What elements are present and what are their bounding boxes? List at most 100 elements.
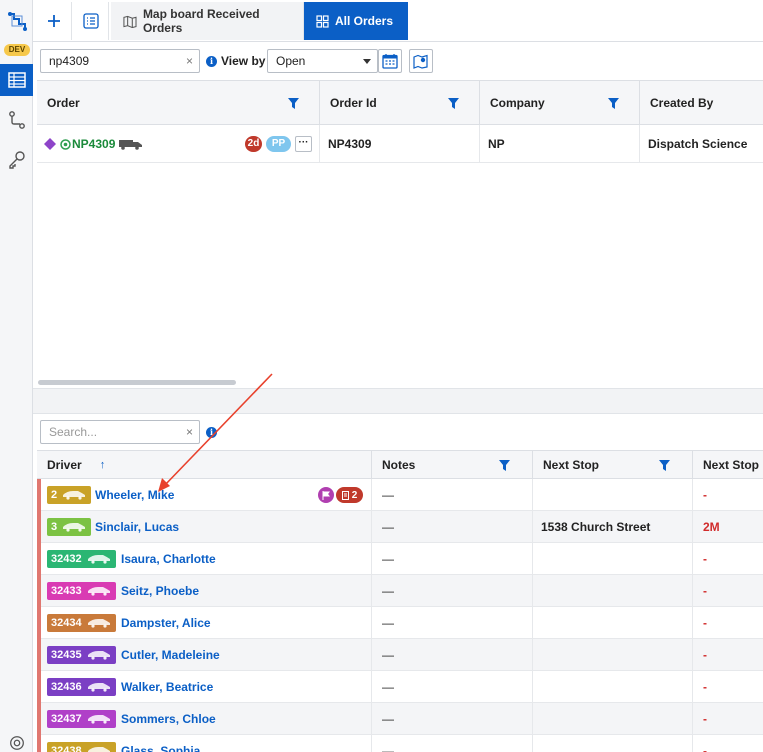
order-link[interactable]: NP4309 xyxy=(72,137,115,151)
driver-cell: 32438 Glass, Sophia xyxy=(37,735,372,752)
driver-number: 32432 xyxy=(51,553,82,565)
driver-name-link[interactable]: Seitz, Phoebe xyxy=(121,575,199,607)
driver-number-tag: 32433 xyxy=(47,582,116,600)
order-id-cell: NP4309 xyxy=(320,125,480,163)
notes-cell: — xyxy=(372,543,533,575)
more-actions-button[interactable]: ··· xyxy=(295,136,312,152)
filter-icon[interactable] xyxy=(288,98,299,109)
drivers-table-header: Driver ↑ Notes Next Stop Next Stop E xyxy=(37,450,763,479)
view-by-value: Open xyxy=(276,54,306,68)
filter-icon[interactable] xyxy=(499,460,510,471)
column-label: Order Id xyxy=(330,96,377,110)
car-icon xyxy=(86,650,112,660)
annotation-arrow-icon xyxy=(158,373,273,492)
clear-search-icon[interactable]: × xyxy=(186,54,193,68)
route-icon[interactable] xyxy=(7,110,27,130)
driver-number: 32437 xyxy=(51,713,82,725)
table-row[interactable]: 32435 Cutler, Madeleine — - xyxy=(37,639,763,671)
table-row[interactable]: 32432 Isaura, Charlotte — - xyxy=(37,543,763,575)
order-search-value: np4309 xyxy=(49,54,90,68)
tab-all-orders[interactable]: All Orders xyxy=(304,2,408,40)
status-circle-icon xyxy=(60,138,71,150)
notes-cell: — xyxy=(372,671,533,703)
notes-cell: — xyxy=(372,607,533,639)
driver-number: 2 xyxy=(51,489,58,501)
support-icon[interactable] xyxy=(7,734,27,752)
next-stop-cell xyxy=(533,543,693,575)
next-stop-eta-cell: - xyxy=(703,744,707,752)
filter-icon[interactable] xyxy=(608,98,619,109)
drivers-table: Driver ↑ Notes Next Stop Next Stop E 2Wh… xyxy=(37,450,763,752)
map-pin-icon xyxy=(413,54,428,69)
plus-icon xyxy=(47,15,60,27)
column-label: Next Stop E xyxy=(703,458,763,472)
grid-icon xyxy=(316,14,329,28)
car-icon xyxy=(61,522,87,532)
column-header-next-stop-eta[interactable]: Next Stop E xyxy=(693,451,763,479)
flag-icon[interactable] xyxy=(318,487,334,503)
notes-cell: — xyxy=(372,511,533,543)
type-badge: PP xyxy=(266,136,291,152)
table-row[interactable]: 32438 Glass, Sophia — - xyxy=(37,735,763,752)
driver-number-tag: 32432 xyxy=(47,550,116,568)
table-row[interactable]: 2 Wheeler, Mike 2— - xyxy=(37,479,763,511)
notes-cell: — xyxy=(372,703,533,735)
message-count: 2 xyxy=(351,489,358,501)
calendar-button[interactable] xyxy=(378,49,402,73)
driver-cell: 32437 Sommers, Chloe xyxy=(37,703,372,735)
driver-name-link[interactable]: Sinclair, Lucas xyxy=(95,511,179,543)
driver-name-link[interactable]: Cutler, Madeleine xyxy=(121,639,220,671)
table-row[interactable]: 3 Sinclair, Lucas —1538 Church Street 2M xyxy=(37,511,763,543)
driver-number: 32433 xyxy=(51,585,82,597)
key-icon[interactable] xyxy=(7,150,27,170)
next-stop-cell xyxy=(533,479,693,511)
nav-orders-grid[interactable] xyxy=(0,64,33,96)
app-logo-icon[interactable] xyxy=(6,10,28,32)
orders-table: Order Order Id Company Created By NP4309… xyxy=(37,80,763,163)
view-by-select[interactable]: Open xyxy=(267,49,378,73)
table-row[interactable]: NP4309 2d PP ··· NP4309 NP Dispatch Scie… xyxy=(37,125,763,163)
column-header-notes[interactable]: Notes xyxy=(372,451,533,479)
driver-number-tag: 3 xyxy=(47,518,92,536)
driver-name-link[interactable]: Glass, Sophia xyxy=(121,735,200,752)
age-badge: 2d xyxy=(245,136,262,152)
table-row[interactable]: 32434 Dampster, Alice — - xyxy=(37,607,763,639)
car-icon xyxy=(86,746,112,752)
table-row[interactable]: 32437 Sommers, Chloe — - xyxy=(37,703,763,735)
next-stop-cell xyxy=(533,735,693,752)
column-header-order[interactable]: Order xyxy=(37,81,320,125)
next-stop-cell xyxy=(533,607,693,639)
grid-list-icon xyxy=(8,72,26,88)
driver-name-link[interactable]: Sommers, Chloe xyxy=(121,703,216,735)
table-row[interactable]: 32433 Seitz, Phoebe — - xyxy=(37,575,763,607)
column-header-created-by[interactable]: Created By xyxy=(640,81,763,125)
next-stop-cell xyxy=(533,639,693,671)
info-icon[interactable]: i xyxy=(206,56,217,67)
column-header-next-stop[interactable]: Next Stop xyxy=(533,451,693,479)
add-tab-button[interactable] xyxy=(36,2,72,40)
driver-number: 32434 xyxy=(51,617,82,629)
order-search-input[interactable]: np4309 × xyxy=(40,49,200,73)
driver-cell: 3 Sinclair, Lucas xyxy=(37,511,372,543)
tab-map-board[interactable]: Map board Received Orders xyxy=(111,2,304,40)
message-count-badge[interactable]: 2 xyxy=(336,487,363,503)
list-view-button[interactable] xyxy=(73,2,109,40)
driver-search-placeholder: Search... xyxy=(49,425,98,439)
driver-name-link[interactable]: Walker, Beatrice xyxy=(121,671,213,703)
chevron-down-icon xyxy=(363,59,371,64)
next-stop-cell xyxy=(533,703,693,735)
table-row[interactable]: 32436 Walker, Beatrice — - xyxy=(37,671,763,703)
filter-icon[interactable] xyxy=(448,98,459,109)
driver-name-link[interactable]: Isaura, Charlotte xyxy=(121,543,216,575)
driver-name-link[interactable]: Dampster, Alice xyxy=(121,607,211,639)
column-header-order-id[interactable]: Order Id xyxy=(320,81,480,125)
list-icon xyxy=(82,13,99,29)
driver-cell: 32435 Cutler, Madeleine xyxy=(37,639,372,671)
next-stop-eta-cell: - xyxy=(703,584,707,598)
column-header-company[interactable]: Company xyxy=(480,81,640,125)
map-view-button[interactable] xyxy=(409,49,433,73)
sort-asc-icon[interactable]: ↑ xyxy=(100,459,106,471)
env-badge: DEV xyxy=(4,44,30,56)
panel-splitter[interactable] xyxy=(33,388,763,414)
filter-icon[interactable] xyxy=(659,460,670,471)
